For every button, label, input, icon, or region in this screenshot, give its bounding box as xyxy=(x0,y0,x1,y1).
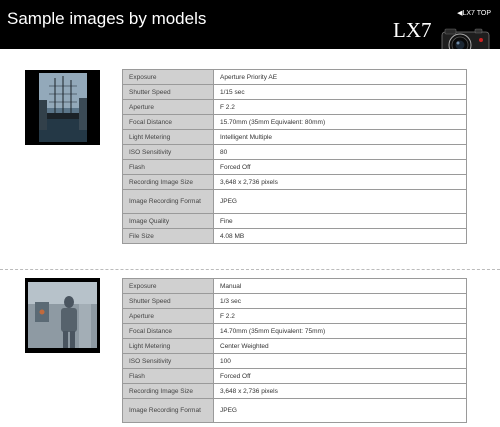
spec-value: 100 xyxy=(213,353,467,369)
spec-value: Forced Off xyxy=(213,159,467,175)
spec-row: Flash Forced Off xyxy=(122,159,467,175)
spec-value: Fine xyxy=(213,213,467,229)
page-title: Sample images by models xyxy=(7,9,207,28)
spec-row: Focal Distance 15.70mm (35mm Equivalent: … xyxy=(122,114,467,130)
spec-value: 1/15 sec xyxy=(213,84,467,100)
spec-label: Aperture xyxy=(122,99,214,115)
spec-value: Aperture Priority AE xyxy=(213,69,467,85)
content-area: Exposure Aperture Priority AE Shutter Spe… xyxy=(0,49,500,427)
spec-row: Shutter Speed 1/15 sec xyxy=(122,84,467,100)
spec-row: ISO Sensitivity 100 xyxy=(122,353,467,369)
spec-row: Recording Image Size 3,648 x 2,736 pixels xyxy=(122,174,467,190)
spec-label: Shutter Speed xyxy=(122,84,214,100)
spec-row: Light Metering Intelligent Multiple xyxy=(122,129,467,145)
spec-label: Focal Distance xyxy=(122,114,214,130)
spec-value: 1/3 sec xyxy=(213,293,467,309)
spec-value: F 2.2 xyxy=(213,308,467,324)
spec-label: Flash xyxy=(122,368,214,384)
spec-label: Flash xyxy=(122,159,214,175)
spec-row: Exposure Aperture Priority AE xyxy=(122,69,467,85)
spec-value: Forced Off xyxy=(213,368,467,384)
section-divider xyxy=(0,269,500,270)
spec-row: Flash Forced Off xyxy=(122,368,467,384)
spec-table: Exposure Aperture Priority AE Shutter Spe… xyxy=(122,69,467,244)
spec-row: Shutter Speed 1/3 sec xyxy=(122,293,467,309)
spec-value: 80 xyxy=(213,144,467,160)
spec-value: 14.70mm (35mm Equivalent: 75mm) xyxy=(213,323,467,339)
spec-label: File Size xyxy=(122,228,214,244)
spec-value: Intelligent Multiple xyxy=(213,129,467,145)
spec-label: Image Quality xyxy=(122,213,214,229)
spec-label: Focal Distance xyxy=(122,323,214,339)
spec-label: ISO Sensitivity xyxy=(122,353,214,369)
spec-label: Exposure xyxy=(122,278,214,294)
spec-value: Center Weighted xyxy=(213,338,467,354)
spec-row: Recording Image Size 3,648 x 2,736 pixels xyxy=(122,383,467,399)
spec-value: JPEG xyxy=(213,189,467,214)
spec-row: Exposure Manual xyxy=(122,278,467,294)
spec-label: Image Recording Format xyxy=(122,398,214,423)
spec-row: Aperture F 2.2 xyxy=(122,308,467,324)
spec-label: Image Recording Format xyxy=(122,189,214,214)
spec-row: File Size 4.08 MB xyxy=(122,228,467,244)
spec-value: 15.70mm (35mm Equivalent: 80mm) xyxy=(213,114,467,130)
sample-photo-statue[interactable] xyxy=(25,278,100,353)
spec-row: Image Recording Format JPEG xyxy=(122,189,467,214)
spec-value: F 2.2 xyxy=(213,99,467,115)
spec-row: Image Quality Fine xyxy=(122,213,467,229)
page-header: Sample images by models ◀LX7 TOP LX7 xyxy=(0,0,500,58)
spec-label: ISO Sensitivity xyxy=(122,144,214,160)
spec-row: Light Metering Center Weighted xyxy=(122,338,467,354)
spec-label: Shutter Speed xyxy=(122,293,214,309)
spec-label: Recording Image Size xyxy=(122,174,214,190)
spec-value: 4.08 MB xyxy=(213,228,467,244)
spec-row: Focal Distance 14.70mm (35mm Equivalent: … xyxy=(122,323,467,339)
spec-row: Image Recording Format JPEG xyxy=(122,398,467,423)
sample-photo-tall-ship[interactable] xyxy=(25,70,100,145)
spec-value: 3,648 x 2,736 pixels xyxy=(213,383,467,399)
lx7-top-link[interactable]: ◀LX7 TOP xyxy=(457,9,491,17)
spec-row: Aperture F 2.2 xyxy=(122,99,467,115)
spec-table: Exposure Manual Shutter Speed 1/3 sec Aper… xyxy=(122,278,467,423)
spec-label: Aperture xyxy=(122,308,214,324)
spec-label: Exposure xyxy=(122,69,214,85)
spec-value: Manual xyxy=(213,278,467,294)
spec-label: Light Metering xyxy=(122,338,214,354)
spec-value: JPEG xyxy=(213,398,467,423)
spec-label: Recording Image Size xyxy=(122,383,214,399)
model-name: LX7 xyxy=(393,18,432,42)
spec-value: 3,648 x 2,736 pixels xyxy=(213,174,467,190)
spec-row: ISO Sensitivity 80 xyxy=(122,144,467,160)
spec-label: Light Metering xyxy=(122,129,214,145)
